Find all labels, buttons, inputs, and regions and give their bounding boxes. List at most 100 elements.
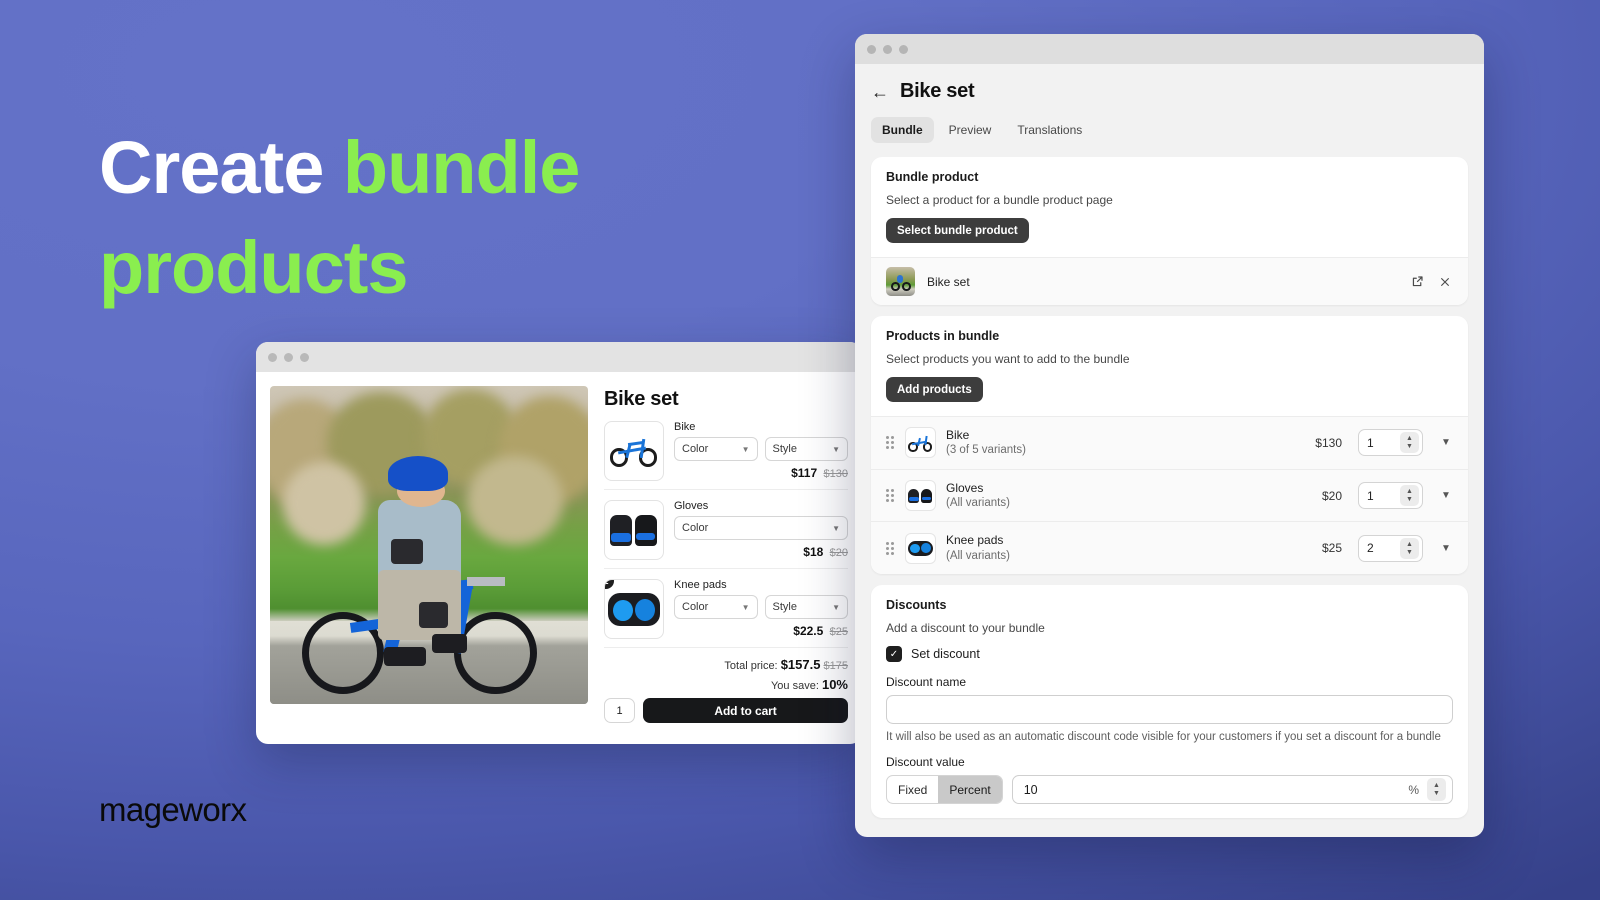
item-price-group: $117 $130 (674, 466, 848, 480)
discounts-title: Discounts (886, 598, 947, 613)
total-price-label: Total price: (724, 660, 778, 672)
window-maximize-dot[interactable] (899, 44, 908, 54)
products-in-bundle-card: Products in bundle Select products you w… (871, 316, 1468, 575)
products-in-bundle-title: Products in bundle (886, 329, 1000, 343)
item-price: $18 (803, 545, 824, 559)
stepper-arrows-icon[interactable]: ▲ ▼ (1427, 778, 1446, 802)
discount-name-label: Discount name (886, 675, 967, 690)
set-discount-checkbox[interactable]: ✓ (886, 646, 902, 663)
chevron-down-icon: ▼ (832, 602, 840, 612)
drag-handle-icon[interactable] (886, 541, 895, 555)
selected-product-name: Bike set (927, 274, 970, 289)
product-price: $25 (1321, 541, 1342, 556)
segment-percent[interactable]: Percent (938, 776, 1002, 804)
item-option-color[interactable]: Color ▼ (674, 595, 758, 619)
stepper-arrows-icon[interactable]: ▲ ▼ (1400, 432, 1419, 454)
storefront-totals: Total price: $157.5 $175 You save: 10% 1… (604, 648, 848, 723)
storefront-titlebar (256, 342, 862, 372)
hero-heading: Create bundle products (99, 118, 739, 318)
product-photo (270, 386, 588, 704)
item-option-style[interactable]: Style ▼ (764, 595, 848, 619)
cart-quantity-input[interactable]: 1 (604, 698, 635, 723)
admin-titlebar (855, 34, 1484, 64)
discounts-subtitle: Add a discount to your bundle (886, 621, 1045, 636)
quantity-value: 2 (1367, 541, 1374, 556)
set-discount-row[interactable]: ✓ Set discount (886, 646, 1453, 663)
option-label: Color (682, 601, 709, 613)
quantity-stepper[interactable]: 1 ▲ ▼ (1358, 429, 1423, 457)
segment-fixed[interactable]: Fixed (887, 776, 938, 803)
tab-preview[interactable]: Preview (938, 117, 1003, 143)
item-compare-at-price: $20 (829, 547, 848, 559)
you-save-label: You save: (770, 680, 819, 692)
item-price: $117 (791, 466, 818, 480)
back-arrow-icon[interactable]: ← (871, 83, 889, 101)
bike-thumbnail (604, 421, 664, 481)
stepper-arrows-icon[interactable]: ▲ ▼ (1400, 537, 1419, 559)
select-bundle-product-button[interactable]: Select bundle product (886, 218, 1029, 243)
drag-handle-icon[interactable] (886, 489, 895, 503)
item-option-color[interactable]: Color ▼ (674, 437, 758, 461)
window-maximize-dot[interactable] (300, 352, 309, 362)
window-close-dot[interactable] (867, 44, 876, 54)
chevron-down-icon: ▼ (832, 444, 840, 454)
table-row: Bike (3 of 5 variants) $130 1 ▲ ▼ ▼ (871, 416, 1468, 469)
add-to-cart-button[interactable]: Add to cart (643, 698, 848, 723)
drag-handle-icon[interactable] (886, 436, 895, 450)
quantity-value: 1 (1367, 435, 1374, 450)
item-name: Bike (674, 421, 696, 433)
product-variants: (All variants) (946, 496, 1010, 509)
item-option-color[interactable]: Color ▼ (674, 516, 848, 540)
chevron-down-icon[interactable]: ▼ (1439, 543, 1453, 554)
product-variants: (3 of 5 variants) (946, 444, 1026, 457)
item-name: Knee pads (674, 579, 727, 591)
window-minimize-dot[interactable] (284, 352, 293, 362)
window-minimize-dot[interactable] (883, 44, 892, 54)
set-discount-label: Set discount (911, 647, 980, 662)
total-compare-at-price: $175 (823, 660, 848, 672)
chevron-down-icon[interactable]: ▼ (1439, 437, 1453, 448)
item-compare-at-price: $25 (829, 626, 848, 638)
quantity-stepper[interactable]: 1 ▲ ▼ (1358, 482, 1423, 510)
discount-value-label: Discount value (886, 755, 965, 770)
external-link-icon[interactable] (1409, 274, 1425, 290)
selected-bundle-product-row: Bike set (871, 257, 1468, 305)
tab-bundle[interactable]: Bundle (871, 117, 934, 143)
storefront-item-row: 2 Knee pads Color ▼ Style ▼ (604, 569, 848, 648)
gloves-thumbnail (604, 500, 664, 560)
item-name: Gloves (674, 500, 709, 512)
table-row: Knee pads (All variants) $25 2 ▲ ▼ ▼ (871, 521, 1468, 575)
add-products-button[interactable]: Add products (886, 377, 983, 402)
quantity-value: 1 (1367, 488, 1374, 503)
discounts-card: Discounts Add a discount to your bundle … (871, 585, 1468, 819)
you-save-row: You save: 10% (604, 677, 848, 692)
close-icon[interactable] (1437, 274, 1453, 290)
quantity-stepper[interactable]: 2 ▲ ▼ (1358, 534, 1423, 562)
window-close-dot[interactable] (268, 352, 277, 362)
hero-line-2: products (99, 226, 409, 309)
product-name: Knee pads (946, 533, 1004, 548)
product-name: Gloves (946, 480, 984, 495)
storefront-item-row: Gloves Color ▼ $18 $20 (604, 490, 848, 569)
page-title: Bike set (900, 80, 975, 102)
chevron-down-icon: ▼ (832, 523, 840, 533)
stepper-arrows-icon[interactable]: ▲ ▼ (1400, 485, 1419, 507)
item-compare-at-price: $130 (823, 468, 848, 480)
tab-bar: Bundle Preview Translations (871, 117, 1468, 143)
mageworx-logo: mageworx (99, 791, 247, 828)
discount-value-input[interactable]: 10 % ▲ ▼ (1011, 775, 1453, 805)
item-quantity-badge: 2 (605, 580, 614, 589)
discount-name-helper: It will also be used as an automatic dis… (886, 731, 1441, 744)
item-price-group: $18 $20 (674, 545, 848, 559)
storefront-item-row: Bike Color ▼ Style ▼ $117 $130 (604, 411, 848, 490)
add-to-cart-row: 1 Add to cart (604, 698, 848, 723)
item-price-group: $22.5 $25 (674, 624, 848, 638)
chevron-down-icon[interactable]: ▼ (1439, 490, 1453, 501)
discount-name-input[interactable] (886, 695, 1453, 725)
tab-translations[interactable]: Translations (1006, 117, 1093, 143)
item-option-style[interactable]: Style ▼ (764, 437, 848, 461)
table-row: Gloves (All variants) $20 1 ▲ ▼ ▼ (871, 468, 1468, 522)
chevron-down-icon: ▼ (741, 444, 750, 454)
product-variants: (All variants) (946, 549, 1010, 562)
hero-text-create: Create (99, 126, 343, 209)
